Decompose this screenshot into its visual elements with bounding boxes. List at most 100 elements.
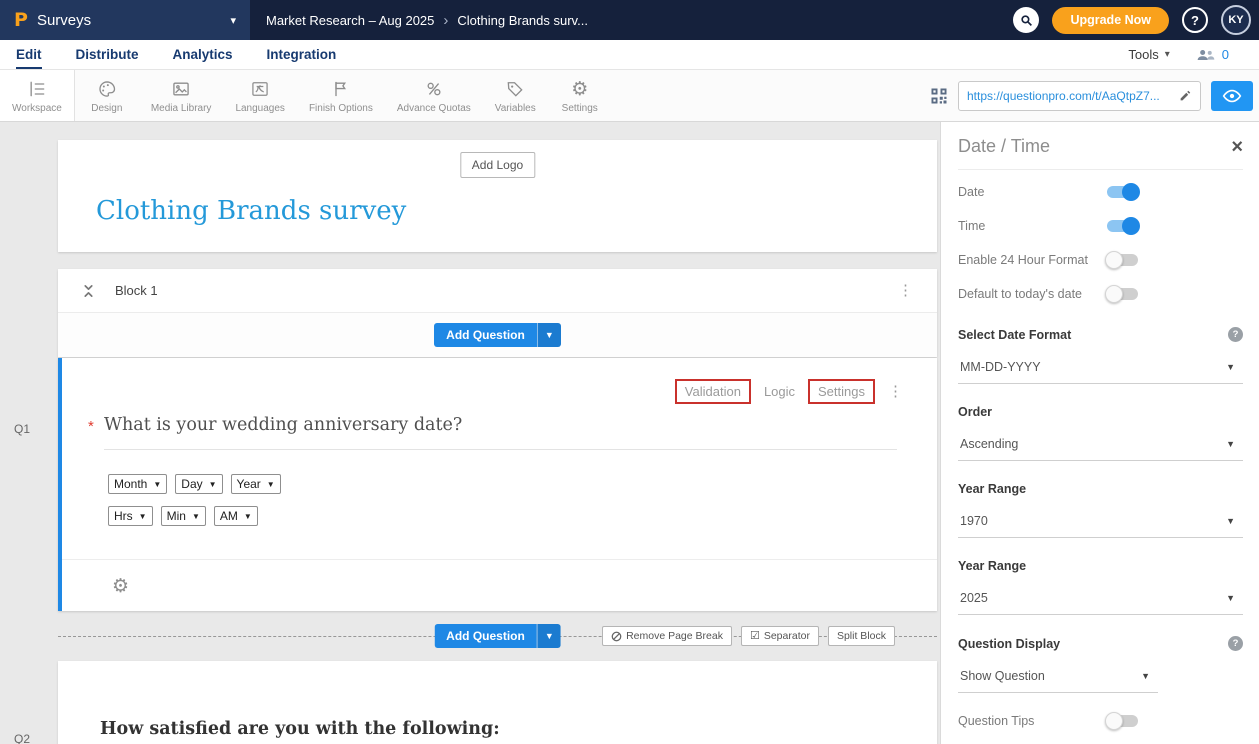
search-button[interactable] (1013, 7, 1039, 33)
help-icon[interactable]: ? (1228, 327, 1243, 342)
split-block-button[interactable]: Split Block (828, 626, 895, 646)
toolbar-item-label: Finish Options (309, 103, 373, 114)
help-icon[interactable]: ? (1228, 636, 1243, 651)
page-break-row: Add Question ▼ Remove Page Break ☑ (58, 611, 937, 661)
year-range-end-select[interactable]: 2025 ▼ (958, 580, 1243, 615)
quotas-percent-icon (424, 79, 444, 99)
time-toggle[interactable] (1107, 220, 1138, 232)
block-header: Block 1 ⋮ (58, 269, 937, 313)
toolbar-item-advance-quotas[interactable]: Advance Quotas (385, 70, 483, 121)
question-settings-gear-icon[interactable]: ⚙ (112, 576, 129, 596)
upgrade-now-button[interactable]: Upgrade Now (1052, 7, 1169, 34)
panel-header: Date / Time × (958, 136, 1243, 170)
question-display-label-row: Question Display ? (958, 636, 1243, 651)
toolbar-item-workspace[interactable]: Workspace (0, 70, 75, 121)
collaborators-button[interactable]: 0 (1196, 47, 1229, 62)
toolbar-item-settings[interactable]: ⚙ Settings (548, 70, 612, 121)
question-text[interactable]: How satisfied are you with the following… (100, 719, 500, 739)
order-label: Order (958, 405, 992, 419)
question-display-label: Question Display (958, 637, 1060, 651)
chevron-down-icon[interactable]: ▼ (537, 624, 561, 648)
chevron-down-icon: ▼ (139, 512, 147, 521)
tools-menu[interactable]: Tools ▾ (1128, 47, 1169, 62)
toolbar-item-label: Media Library (151, 103, 212, 114)
date-toggle[interactable] (1107, 186, 1138, 198)
toolbar-item-label: Languages (235, 103, 285, 114)
toggle-knob (1122, 183, 1140, 201)
question-tips-toggle[interactable] (1107, 715, 1138, 727)
hours-select-value: Hrs (114, 509, 133, 523)
breadcrumb: Market Research – Aug 2025 › Clothing Br… (266, 12, 588, 29)
chevron-down-icon: ▼ (244, 512, 252, 521)
toolbar-item-label: Design (91, 103, 122, 114)
block-title[interactable]: Block 1 (115, 283, 158, 298)
add-question-button[interactable]: Add Question ▼ (434, 323, 561, 347)
tab-integration[interactable]: Integration (267, 40, 337, 69)
date-selects-row: Month ▼ Day▼ Year▼ (108, 474, 937, 494)
date-time-inputs: Month▼ Day▼ Year▼ Hrs▼ Min▼ AM▼ (108, 474, 937, 526)
chevron-down-icon: ▼ (1226, 362, 1235, 372)
breadcrumb-current[interactable]: Clothing Brands surv... (457, 13, 588, 28)
month-select[interactable]: Month ▼ (108, 474, 167, 494)
question-id-label: Q2 (14, 732, 30, 744)
chevron-down-icon[interactable]: ▼ (537, 323, 561, 347)
chevron-down-icon: ▾ (230, 14, 236, 27)
separator-button[interactable]: ☑ Separator (741, 626, 819, 646)
chevron-down-icon: ▼ (1141, 671, 1150, 681)
date-format-group: Select Date Format ? MM-DD-YYYY ▼ (958, 327, 1243, 384)
breadcrumb-parent[interactable]: Market Research – Aug 2025 (266, 13, 434, 28)
minutes-select[interactable]: Min▼ (161, 506, 206, 526)
default-today-toggle[interactable] (1107, 288, 1138, 300)
survey-title[interactable]: Clothing Brands survey (96, 196, 406, 226)
toolbar-item-design[interactable]: Design (75, 70, 139, 121)
eye-icon (1222, 89, 1242, 103)
panel-title: Date / Time (958, 136, 1050, 157)
hours-select[interactable]: Hrs ▼ (108, 506, 153, 526)
survey-header-card: Add Logo Clothing Brands survey (58, 140, 937, 252)
block-menu-kebab-icon[interactable]: ⋮ (898, 283, 913, 298)
toolbar-item-media-library[interactable]: Media Library (139, 70, 224, 121)
24-hour-toggle[interactable] (1107, 254, 1138, 266)
gear-icon: ⚙ (571, 79, 588, 99)
order-select[interactable]: Ascending ▼ (958, 426, 1243, 461)
add-question-button[interactable]: Add Question ▼ (434, 624, 561, 648)
tab-distribute[interactable]: Distribute (76, 40, 139, 69)
breadcrumb-separator-icon: › (443, 12, 448, 29)
design-palette-icon (97, 79, 117, 99)
order-value: Ascending (960, 437, 1018, 451)
year-select[interactable]: Year▼ (231, 474, 281, 494)
remove-page-break-button[interactable]: Remove Page Break (602, 626, 732, 646)
toolbar-item-languages[interactable]: Languages (223, 70, 297, 121)
surveys-product-switcher[interactable]: P Surveys ▾ (0, 0, 250, 40)
edit-url-pencil-icon[interactable] (1179, 89, 1192, 102)
tab-analytics[interactable]: Analytics (173, 40, 233, 69)
avatar[interactable]: KY (1221, 5, 1251, 35)
add-logo-button[interactable]: Add Logo (460, 152, 535, 178)
date-format-select[interactable]: MM-DD-YYYY ▼ (958, 349, 1243, 384)
chevron-down-icon: ▼ (153, 480, 161, 489)
search-icon (1020, 14, 1033, 27)
year-range-start-group: Year Range 1970 ▼ (958, 482, 1243, 538)
minutes-select-value: Min (167, 509, 186, 523)
variables-tag-icon (505, 79, 525, 99)
survey-url-field[interactable]: https://questionpro.com/t/AaQtpZ7... (958, 81, 1201, 111)
month-select-value: Month (114, 477, 147, 491)
help-button[interactable]: ? (1182, 7, 1208, 33)
preview-button[interactable] (1211, 81, 1253, 111)
tab-edit[interactable]: Edit (16, 40, 42, 69)
toolbar-item-variables[interactable]: Variables (483, 70, 548, 121)
default-today-toggle-row: Default to today's date (958, 282, 1243, 306)
collapse-block-icon[interactable] (82, 284, 95, 298)
date-format-label: Select Date Format (958, 328, 1071, 342)
main-nav: Edit Distribute Analytics Integration To… (0, 40, 1259, 70)
ampm-select[interactable]: AM▼ (214, 506, 258, 526)
year-range-start-select[interactable]: 1970 ▼ (958, 503, 1243, 538)
question-display-select[interactable]: Show Question ▼ (958, 658, 1158, 693)
toolbar-item-label: Workspace (12, 103, 62, 114)
close-icon[interactable]: × (1231, 137, 1243, 157)
toolbar-item-finish-options[interactable]: Finish Options (297, 70, 385, 121)
question-text[interactable]: What is your wedding anniversary date? (104, 415, 897, 450)
qr-code-icon[interactable] (930, 87, 948, 105)
day-select-value: Day (181, 477, 202, 491)
day-select[interactable]: Day▼ (175, 474, 222, 494)
